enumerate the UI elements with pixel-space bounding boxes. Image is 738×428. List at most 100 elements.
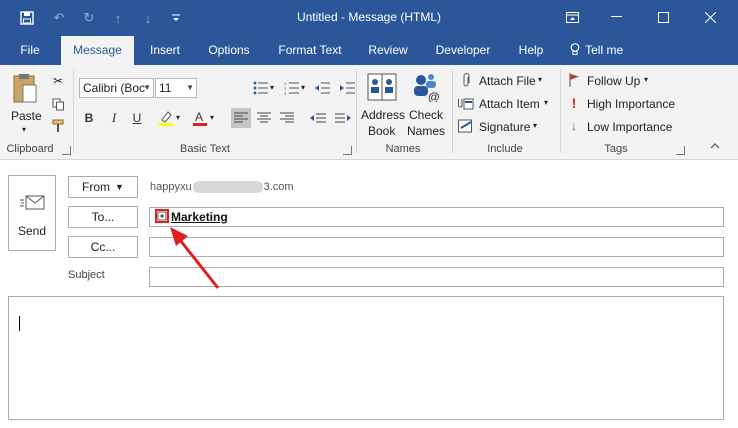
basic-text-group-label: Basic Text [180,143,230,155]
svg-text:3: 3 [284,91,287,95]
collapse-ribbon-icon[interactable] [710,141,720,152]
text-cursor [19,316,20,331]
paste-label: Paste [11,109,42,123]
tell-me[interactable]: Tell me [568,36,632,65]
tab-developer[interactable]: Developer [430,36,496,65]
tab-options[interactable]: Options [200,36,258,65]
to-label: To... [91,210,115,224]
tags-launcher-icon[interactable] [676,146,685,155]
paste-icon [12,73,38,108]
attach-file-label: Attach File [479,74,536,88]
align-left-icon[interactable] [231,108,251,128]
close-icon[interactable] [695,6,725,28]
decrease-indent-icon[interactable] [313,78,333,98]
font-size-value: 11 [159,81,172,95]
annotation-arrow [170,227,220,289]
expand-group-icon[interactable] [155,209,169,223]
to-field[interactable] [149,207,724,227]
names-group-label: Names [385,143,421,155]
lightbulb-icon [568,36,582,65]
basic-text-launcher-icon[interactable] [343,146,352,155]
check-names-label-1: Check [409,108,444,122]
cc-button[interactable]: Cc... [68,236,138,258]
chevron-down-icon: ▾ [533,121,538,130]
attach-item-button[interactable]: Attach Item ▾ [458,95,554,113]
tab-review[interactable]: Review [361,36,415,65]
clipboard-launcher-icon[interactable] [62,146,71,155]
format-painter-icon[interactable] [50,118,66,134]
down-arrow-icon: ↓ [571,119,577,133]
low-importance-button[interactable]: ↓ Low Importance [566,118,681,136]
clipboard-group-label: Clipboard [6,143,54,155]
font-size-combo[interactable]: 11 ▼ [155,78,197,98]
attach-item-label: Attach Item [479,97,540,111]
check-names-button[interactable]: @ Check Names [406,69,448,141]
align-right-icon[interactable] [277,108,297,128]
attach-file-button[interactable]: Attach File ▾ [458,72,548,90]
highlight-icon[interactable] [156,108,176,128]
ribbon-display-icon[interactable] [557,6,587,28]
to-button[interactable]: To... [68,206,138,228]
font-name-combo[interactable]: Calibri (Boc ▼ [79,78,154,98]
chevron-down-icon: ▾ [176,113,181,122]
ltr-icon[interactable] [333,108,353,128]
chevron-down-icon: ▾ [544,98,549,107]
paperclip-icon [458,72,474,88]
numbering-icon[interactable]: 123 [282,78,302,98]
tell-me-label: Tell me [585,43,624,57]
chevron-down-icon: ▼ [186,83,194,92]
send-button[interactable]: Send [8,175,56,251]
chevron-down-icon: ▾ [301,83,306,92]
from-address: happyxu 3.com [150,181,294,193]
check-names-icon: @ [411,72,441,105]
chevron-down-icon: ▾ [538,75,543,84]
tab-insert[interactable]: Insert [141,36,189,65]
cc-field[interactable] [149,237,724,257]
address-book-label-1: Address [361,108,406,122]
tab-message[interactable]: Message [61,36,134,65]
from-label: From [82,180,111,194]
increase-indent-icon[interactable] [338,78,358,98]
message-body[interactable] [8,296,724,420]
signature-button[interactable]: Signature ▾ [458,118,542,136]
high-importance-label: High Importance [587,97,676,111]
send-label: Send [18,224,47,238]
underline-icon[interactable]: U [127,108,147,128]
follow-up-button[interactable]: Follow Up ▾ [566,72,656,90]
chevron-down-icon: ▾ [270,83,275,92]
bold-icon[interactable]: B [79,108,99,128]
rtl-icon[interactable] [308,108,328,128]
signature-label: Signature [479,120,531,134]
chevron-down-icon: ▾ [22,125,27,134]
copy-icon[interactable] [50,96,66,112]
attach-item-icon [458,95,474,111]
ribbon: Paste ▾ ✂ Clipboard Calibri (Boc ▼ 11 ▼ … [0,65,738,160]
send-icon [20,194,46,215]
tab-help[interactable]: Help [510,36,552,65]
low-importance-label: Low Importance [587,120,673,134]
address-book-button[interactable]: Address Book [360,69,406,141]
chevron-down-icon: ▼ [115,182,124,192]
address-book-icon [367,72,397,105]
include-group-label: Include [487,143,523,155]
bullets-icon[interactable] [251,78,271,98]
tab-file[interactable]: File [10,36,50,65]
font-color-icon[interactable]: A [190,108,210,128]
signature-icon [458,118,474,134]
maximize-icon[interactable] [648,6,678,28]
from-button[interactable]: From ▼ [68,176,138,198]
subject-field[interactable] [149,267,724,287]
address-book-label-2: Book [368,124,396,138]
italic-icon[interactable]: I [104,108,124,128]
align-center-icon[interactable] [254,108,274,128]
title-bar: ↶ ↻ ↑ ↓ Untitled - Message (HTML) [0,0,738,36]
minimize-icon[interactable] [601,6,631,28]
svg-text:@: @ [428,90,440,102]
tab-format-text[interactable]: Format Text [272,36,348,65]
paste-button[interactable]: Paste ▾ [6,69,46,134]
follow-up-label: Follow Up [587,74,641,88]
chevron-down-icon: ▼ [143,83,151,92]
redacted-blur [192,181,263,193]
cut-icon[interactable]: ✂ [50,73,66,89]
high-importance-button[interactable]: ! High Importance [566,95,681,113]
